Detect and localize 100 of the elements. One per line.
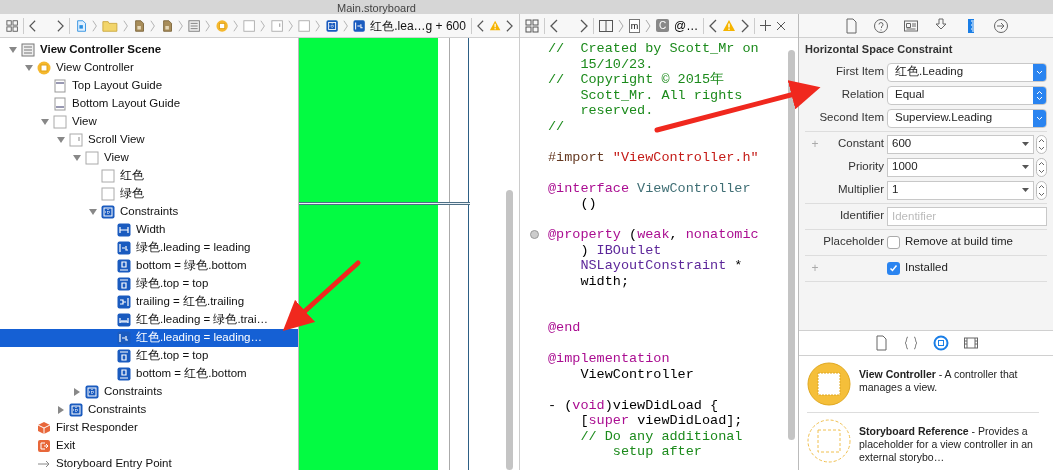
outline-label: 绿色.leading = leading: [136, 240, 251, 256]
grid-icon[interactable]: [6, 18, 19, 33]
stepper-icon[interactable]: [1036, 134, 1047, 154]
outline-label: First Responder: [56, 420, 138, 436]
back-chevron-icon[interactable]: [550, 18, 558, 33]
outline-row[interactable]: 绿色: [0, 185, 298, 203]
grid-icon[interactable]: [525, 18, 539, 33]
forward-chevron-icon[interactable]: [56, 18, 64, 33]
checkmark-icon: [889, 263, 898, 273]
forward-chevron-icon[interactable]: [580, 18, 588, 33]
collapse-triangle-icon[interactable]: [41, 118, 49, 126]
path-separator-icon: [205, 18, 211, 33]
code-token: *: [733, 258, 743, 273]
arrow-circle-icon[interactable]: [993, 17, 1009, 34]
combo-field[interactable]: 600: [887, 134, 1034, 154]
outline-row[interactable]: 红色.leading = leading…: [0, 329, 298, 347]
checkbox[interactable]: [887, 261, 900, 275]
outline-row[interactable]: Scroll View: [0, 131, 298, 149]
film-icon[interactable]: [963, 335, 979, 351]
exit-icon: [37, 439, 51, 453]
breakpoint-indicator[interactable]: [529, 230, 539, 240]
outline-label: 绿色: [120, 186, 144, 202]
dropdown-chevron-icon: [1033, 63, 1046, 81]
outline-row[interactable]: 绿色.top = top: [0, 275, 298, 293]
outline-row[interactable]: Storyboard Entry Point: [0, 455, 298, 470]
identity-card-icon[interactable]: [903, 17, 919, 34]
back-chevron-icon[interactable]: [29, 18, 37, 33]
forward-chevron-icon[interactable]: [506, 18, 514, 33]
outline-row[interactable]: Constraints: [0, 203, 298, 221]
scroll-view-icon: [270, 18, 283, 33]
library-item-text: View Controller - A controller that manages a view.: [859, 367, 1019, 395]
split-view-icon[interactable]: [599, 19, 613, 32]
code-token: ,: [669, 227, 679, 242]
outline-label: bottom = 红色.bottom: [136, 366, 247, 382]
outline-row[interactable]: Top Layout Guide: [0, 77, 298, 95]
outline-row[interactable]: Constraints: [0, 383, 298, 401]
outline-row[interactable]: Width: [0, 221, 298, 239]
collapse-triangle-icon[interactable]: [25, 64, 33, 72]
inspector-title: Horizontal Space Constraint: [805, 42, 954, 57]
outline-label: 红色.top = top: [136, 348, 209, 364]
outline-row[interactable]: 红色.leading = 绿色.trai…: [0, 311, 298, 329]
collapse-triangle-icon[interactable]: [89, 208, 97, 216]
collapse-triangle-icon[interactable]: [57, 136, 65, 144]
jump-bar-item[interactable]: 红色.lea…g + 600: [370, 16, 466, 35]
combo-field[interactable]: 1000: [887, 157, 1034, 177]
combo-field[interactable]: 1: [887, 180, 1034, 200]
outline-label: Width: [136, 222, 166, 238]
code-token: - (: [548, 397, 573, 413]
stepper-icon[interactable]: [1036, 157, 1047, 177]
outline-row[interactable]: View Controller Scene: [0, 41, 298, 59]
controller-icon[interactable]: [807, 362, 851, 406]
outline-row[interactable]: 红色.top = top: [0, 347, 298, 365]
class-icon[interactable]: C: [656, 19, 669, 32]
outline-label: Bottom Layout Guide: [72, 96, 181, 112]
code-token: setup after: [611, 444, 702, 459]
outline-row[interactable]: bottom = 绿色.bottom: [0, 257, 298, 275]
collapse-triangle-icon[interactable]: [9, 46, 17, 54]
close-icon[interactable]: [776, 20, 787, 31]
outline-row[interactable]: First Responder: [0, 419, 298, 437]
path-separator-icon: [150, 18, 156, 33]
code-token: [: [579, 413, 589, 428]
collapse-triangle-icon[interactable]: [73, 154, 81, 162]
file-icon[interactable]: [843, 17, 859, 34]
code-token: nonatomic: [685, 227, 759, 242]
help-icon[interactable]: [873, 17, 889, 34]
storyboard-file-icon: [74, 18, 87, 33]
outline-row[interactable]: View: [0, 149, 298, 167]
expand-triangle-icon[interactable]: [73, 388, 81, 396]
jump-bar-item[interactable]: @…: [674, 16, 699, 35]
path-separator-icon: [315, 18, 321, 33]
back-chevron-icon[interactable]: [709, 18, 718, 33]
outline-row[interactable]: 绿色.leading = leading: [0, 239, 298, 257]
expand-triangle-icon[interactable]: [57, 406, 65, 414]
scroll-bar[interactable]: [506, 190, 513, 470]
outline-row[interactable]: Bottom Layout Guide: [0, 95, 298, 113]
braces-icon[interactable]: [903, 335, 919, 351]
object-icon[interactable]: [933, 335, 949, 351]
back-chevron-icon[interactable]: [476, 18, 484, 33]
outline-label: Top Layout Guide: [72, 78, 163, 94]
popup-button[interactable]: Equal: [887, 85, 1047, 105]
popup-button[interactable]: Superview.Leading: [887, 108, 1047, 128]
scroll-bar[interactable]: [788, 50, 795, 440]
controller-icon: [37, 61, 51, 75]
constraint-icon: [117, 295, 131, 309]
view-icon: [53, 115, 67, 129]
stepper-icon[interactable]: [1036, 180, 1047, 200]
outline-row[interactable]: Constraints: [0, 401, 298, 419]
checkbox[interactable]: [887, 235, 900, 249]
file-icon[interactable]: m: [629, 18, 640, 33]
outline-row[interactable]: View: [0, 113, 298, 131]
outline-row[interactable]: trailing = 红色.trailing: [0, 293, 298, 311]
forward-chevron-icon[interactable]: [741, 18, 750, 33]
identifier-field[interactable]: Identifier: [887, 206, 1047, 226]
popup-button[interactable]: 红色.Leading: [887, 62, 1047, 82]
add-icon[interactable]: [760, 20, 772, 31]
outline-row[interactable]: View Controller: [0, 59, 298, 77]
outline-row[interactable]: Exit: [0, 437, 298, 455]
outline-row[interactable]: bottom = 红色.bottom: [0, 365, 298, 383]
outline-row[interactable]: 红色: [0, 167, 298, 185]
file-icon[interactable]: [873, 335, 889, 351]
